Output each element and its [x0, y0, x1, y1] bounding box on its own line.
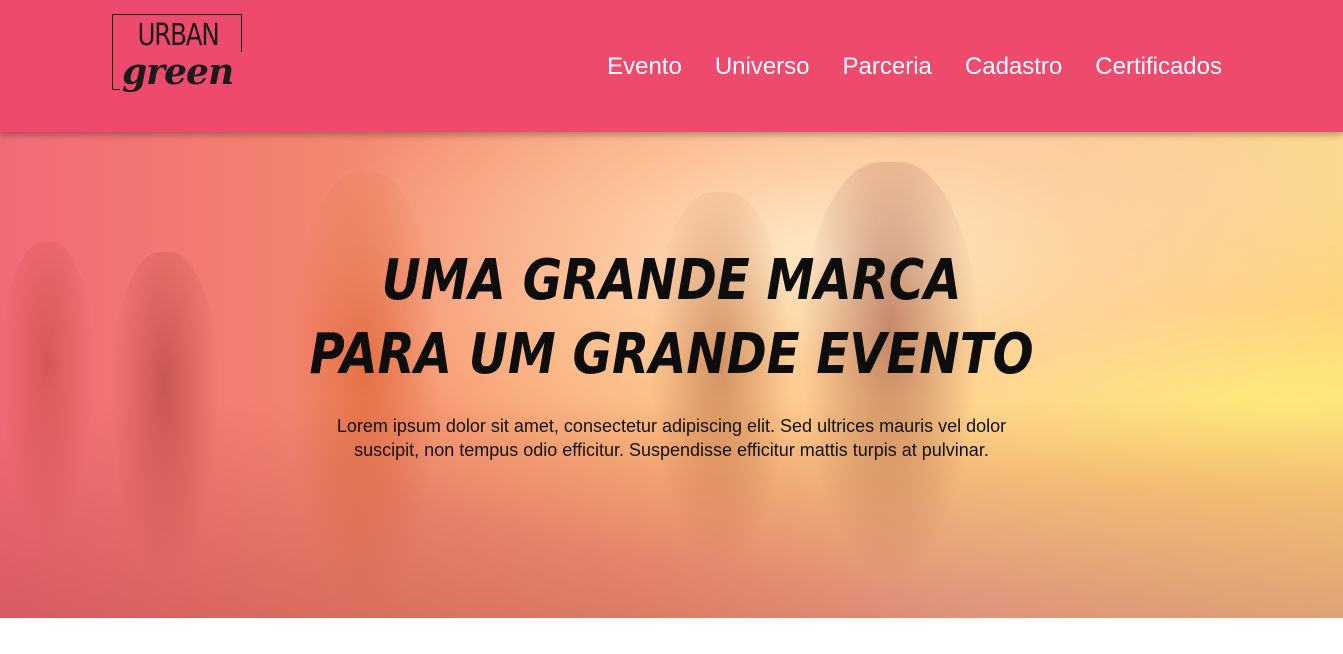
- hero-description-line: suscipit, non tempus odio efficitur. Sus…: [354, 440, 989, 460]
- nav-item-cadastro[interactable]: Cadastro: [965, 52, 1062, 82]
- nav-item-certificados[interactable]: Certificados: [1095, 52, 1222, 82]
- hero-title: UMA GRANDE MARCA PARA UM GRANDE EVENTO: [94, 244, 1249, 392]
- hero-description-line: Lorem ipsum dolor sit amet, consectetur …: [336, 416, 1007, 436]
- site-header: URBAN green Evento Universo Parceria Cad…: [0, 0, 1343, 132]
- nav-item-evento[interactable]: Evento: [607, 52, 682, 82]
- hero-banner: UMA GRANDE MARCA PARA UM GRANDE EVENTO L…: [0, 132, 1343, 618]
- hero-description: Lorem ipsum dolor sit amet, consectetur …: [292, 414, 1052, 462]
- hero-title-line: UMA GRANDE MARCA: [381, 248, 962, 313]
- brand-logo[interactable]: URBAN green: [112, 14, 244, 118]
- nav-item-universo[interactable]: Universo: [715, 52, 810, 82]
- hero-title-line: PARA UM GRANDE EVENTO: [309, 322, 1034, 387]
- hero-content: UMA GRANDE MARCA PARA UM GRANDE EVENTO L…: [0, 244, 1343, 462]
- logo-wordmark-top: URBAN: [137, 18, 219, 53]
- main-nav: Evento Universo Parceria Cadastro Certif…: [607, 52, 1222, 82]
- logo-wordmark-bottom: green: [120, 52, 242, 92]
- nav-item-parceria[interactable]: Parceria: [843, 52, 932, 82]
